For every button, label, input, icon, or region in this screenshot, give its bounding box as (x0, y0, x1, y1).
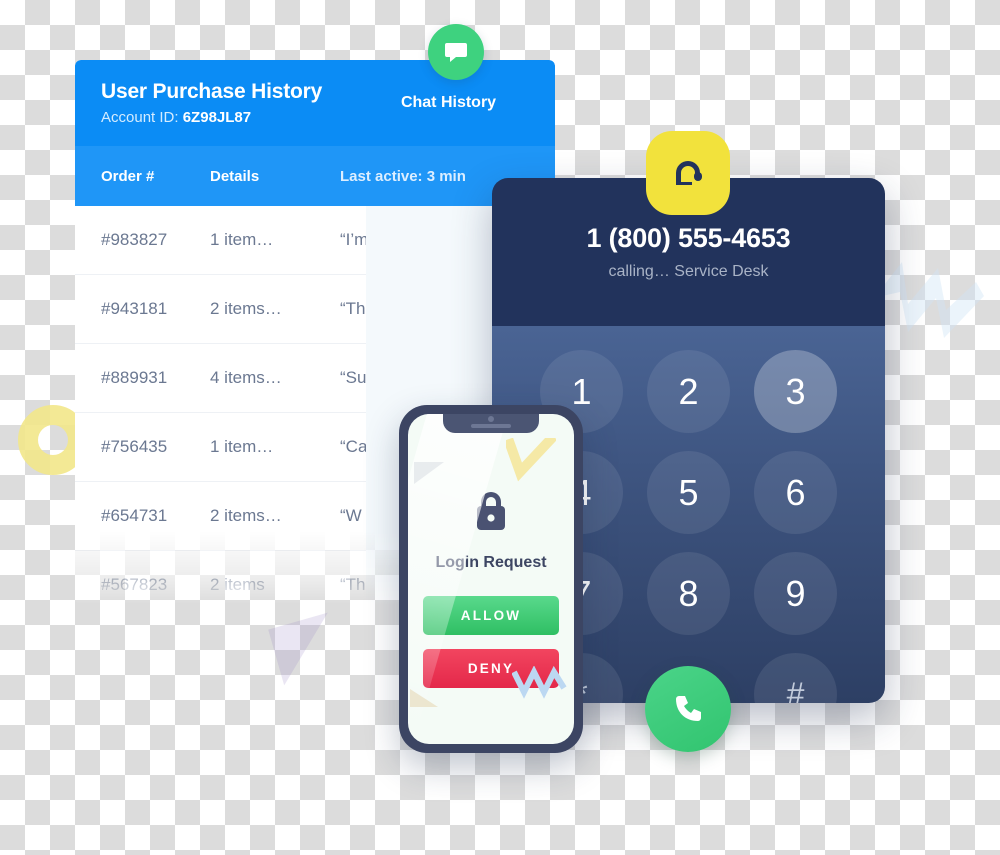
allow-button[interactable]: ALLOW (423, 596, 559, 635)
table-row[interactable]: #943181 2 items… “Thanks! Tha (75, 275, 555, 344)
beige-triangle-decoration (410, 689, 438, 707)
column-header-details[interactable]: Details (210, 168, 340, 185)
table-header-row: Order # Details Last active: 3 min (75, 146, 555, 206)
details-cell: 2 items (210, 575, 265, 594)
column-header-order[interactable]: Order # (75, 168, 210, 185)
dialpad-key-6[interactable]: 6 (754, 451, 837, 534)
tab-chat-history[interactable]: Chat History (360, 94, 555, 112)
table-row[interactable]: #983827 1 item… “I’m looking f (75, 206, 555, 275)
order-number-cell: #567823 (101, 575, 168, 594)
order-number-cell: #889931 (101, 368, 168, 387)
screenshot-canvas: User Purchase History Account ID: 6Z98JL… (0, 0, 1000, 855)
account-id-value: 6Z98JL87 (182, 109, 252, 126)
order-number-cell: #654731 (101, 506, 168, 525)
headset-icon (646, 131, 730, 215)
blue-zigzag-decoration (874, 262, 984, 338)
dialpad-key-2[interactable]: 2 (647, 350, 730, 433)
card-header-titles: User Purchase History Account ID: 6Z98JL… (75, 80, 360, 126)
call-status-text: calling… Service Desk (608, 263, 769, 280)
screen-gloss (408, 414, 506, 739)
table-row[interactable]: #889931 4 items… “Sure, happy (75, 344, 555, 413)
camera-dot-icon (488, 416, 494, 422)
phone-screen: Login Request ALLOW DENY (408, 414, 574, 744)
details-cell: 1 item… (210, 437, 274, 456)
dialpad-key-hash[interactable]: # (754, 653, 837, 703)
phone-mockup: Login Request ALLOW DENY (399, 405, 583, 753)
order-number-cell: #756435 (101, 437, 168, 456)
phone-notch (443, 414, 539, 433)
details-cell: 2 items… (210, 299, 282, 318)
gray-triangle-decoration (414, 462, 444, 484)
details-cell: 2 items… (210, 506, 282, 525)
dialpad-key-9[interactable]: 9 (754, 552, 837, 635)
speaker-grill (471, 424, 511, 428)
yellow-check-decoration (506, 438, 556, 482)
account-id-label: Account ID: (101, 109, 179, 126)
phone-handset-icon (676, 696, 701, 721)
account-id-line: Account ID: 6Z98JL87 (101, 109, 360, 126)
dialed-phone-number: 1 (800) 555-4653 (586, 223, 791, 253)
card-header: User Purchase History Account ID: 6Z98JL… (75, 60, 555, 146)
dialpad-key-3[interactable]: 3 (754, 350, 837, 433)
details-cell: 1 item… (210, 230, 274, 249)
padlock-icon (470, 487, 512, 540)
page-title: User Purchase History (101, 80, 323, 103)
dialpad-key-8[interactable]: 8 (647, 552, 730, 635)
details-cell: 4 items… (210, 368, 282, 387)
login-request-title: Login Request (435, 554, 547, 571)
chat-bubble-icon (428, 24, 484, 80)
dialpad-key-5[interactable]: 5 (647, 451, 730, 534)
order-number-cell: #943181 (101, 299, 168, 318)
call-button[interactable] (645, 666, 731, 752)
purple-triangle-decoration (268, 612, 344, 686)
order-number-cell: #983827 (101, 230, 168, 249)
deny-button[interactable]: DENY (423, 649, 559, 688)
